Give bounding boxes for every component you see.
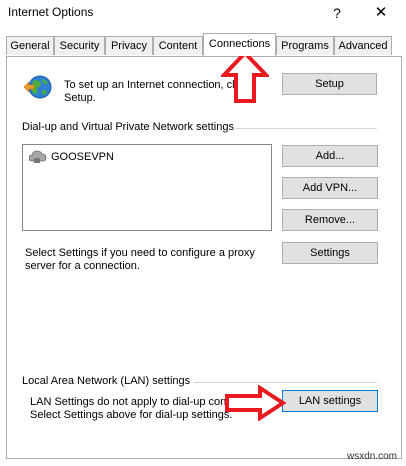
watermark: wsxdn.com xyxy=(347,451,398,462)
tab-privacy[interactable]: Privacy xyxy=(105,36,153,55)
tab-content[interactable]: Content xyxy=(153,36,203,55)
remove-button[interactable]: Remove... xyxy=(282,209,378,231)
vpn-section-label: Dial-up and Virtual Private Network sett… xyxy=(22,121,234,133)
add-button[interactable]: Add... xyxy=(282,145,378,167)
setup-button[interactable]: Setup xyxy=(282,73,377,95)
setup-description-line1: To set up an Internet connection, click xyxy=(64,79,249,91)
vpn-item-label: GOOSEVPN xyxy=(51,151,114,163)
tab-programs[interactable]: Programs xyxy=(276,36,334,55)
tab-advanced[interactable]: Advanced xyxy=(334,36,392,55)
close-button[interactable]: ✕ xyxy=(368,3,394,23)
proxy-description-line2: server for a connection. xyxy=(25,260,140,272)
proxy-description-line1: Select Settings if you need to configure… xyxy=(25,247,255,259)
settings-button[interactable]: Settings xyxy=(282,242,378,264)
title-bar: Internet Options ? ✕ xyxy=(0,0,406,28)
tab-connections[interactable]: Connections xyxy=(203,33,276,56)
setup-description-line2: Setup. xyxy=(64,92,96,104)
lan-section-label: Local Area Network (LAN) settings xyxy=(22,375,191,387)
vpn-section-divider xyxy=(236,128,377,129)
vpn-connection-list[interactable]: GOOSEVPN xyxy=(22,144,272,231)
lan-settings-button[interactable]: LAN settings xyxy=(282,390,378,412)
lan-section-divider xyxy=(194,382,377,383)
lan-description-line2: Select Settings above for dial-up settin… xyxy=(30,409,233,421)
help-button[interactable]: ? xyxy=(326,4,348,22)
internet-globe-icon xyxy=(23,75,52,99)
lan-description-line1: LAN Settings do not apply to dial-up con… xyxy=(30,396,271,408)
window-title: Internet Options xyxy=(8,5,94,19)
add-vpn-button[interactable]: Add VPN... xyxy=(282,177,378,199)
network-connection-icon xyxy=(29,150,47,163)
tab-strip: General Security Privacy Content Connect… xyxy=(6,33,402,56)
tab-security[interactable]: Security xyxy=(54,36,105,55)
tab-general[interactable]: General xyxy=(6,36,54,55)
